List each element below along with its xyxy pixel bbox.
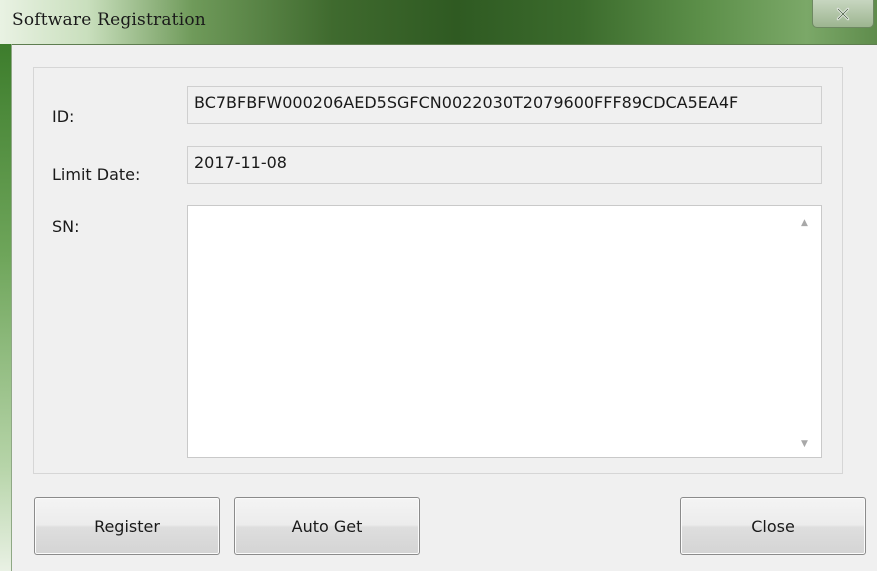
id-value: BC7BFBFW000206AED5SGFCN0022030T2079600FF… bbox=[194, 93, 739, 112]
register-button-label: Register bbox=[94, 516, 160, 536]
id-label: ID: bbox=[52, 107, 75, 126]
close-button[interactable]: Close bbox=[680, 497, 866, 555]
sn-label: SN: bbox=[52, 217, 80, 236]
limit-date-label: Limit Date: bbox=[52, 165, 141, 184]
window-close-button[interactable] bbox=[812, 0, 874, 28]
window-title: Software Registration bbox=[12, 10, 206, 30]
registration-window: Software Registration ID: BC7BFBFW000206… bbox=[0, 0, 877, 571]
sn-textarea[interactable]: ▲ ▼ bbox=[187, 205, 822, 458]
id-field[interactable]: BC7BFBFW000206AED5SGFCN0022030T2079600FF… bbox=[187, 86, 822, 124]
close-button-label: Close bbox=[751, 516, 795, 536]
window-left-frame bbox=[0, 44, 11, 571]
scroll-up-arrow-icon[interactable]: ▲ bbox=[801, 218, 808, 228]
auto-get-button-label: Auto Get bbox=[291, 516, 363, 536]
auto-get-button[interactable]: Auto Get bbox=[234, 497, 420, 555]
title-bar[interactable]: Software Registration bbox=[0, 0, 877, 45]
limit-date-value: 2017-11-08 bbox=[194, 153, 287, 172]
scroll-down-arrow-icon[interactable]: ▼ bbox=[801, 439, 808, 449]
limit-date-field[interactable]: 2017-11-08 bbox=[187, 146, 822, 184]
register-button[interactable]: Register bbox=[34, 497, 220, 555]
close-icon bbox=[836, 7, 850, 20]
sn-scrollbar[interactable]: ▲ ▼ bbox=[793, 206, 821, 457]
